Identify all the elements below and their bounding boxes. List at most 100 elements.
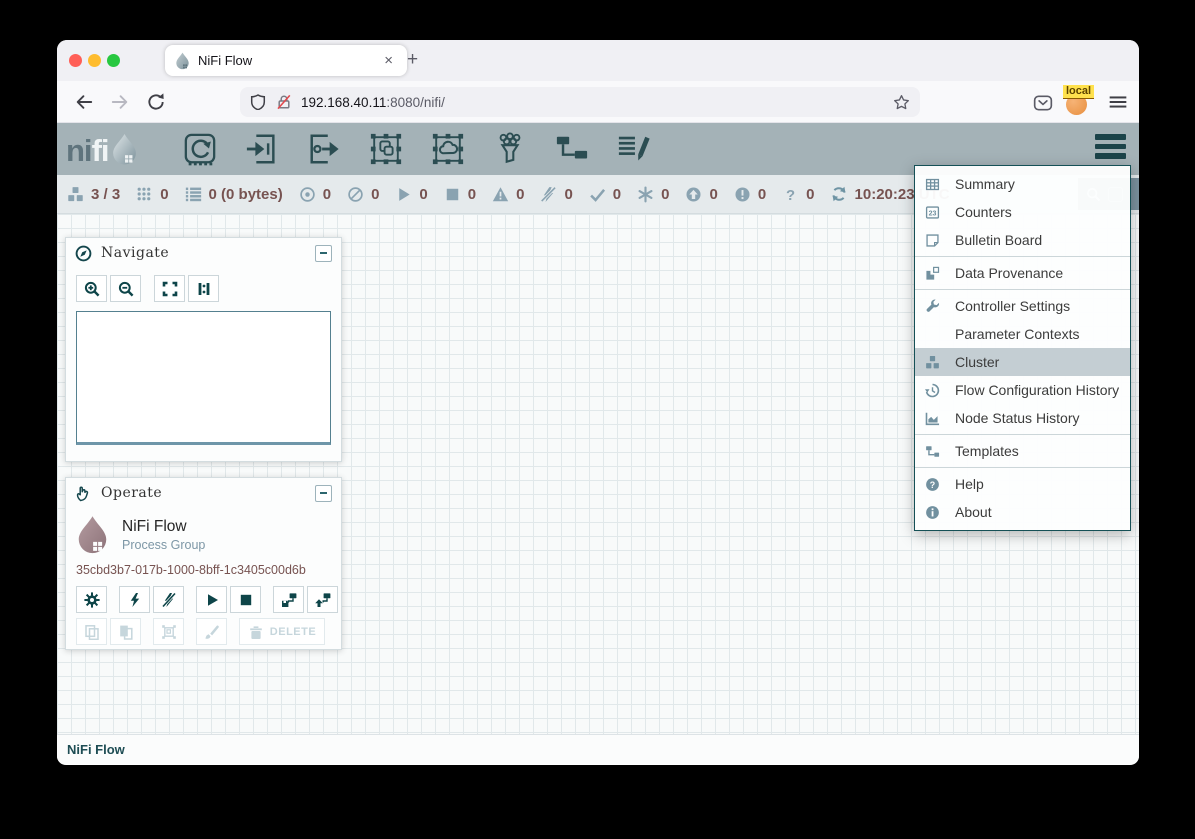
component-toolbar: [182, 131, 652, 167]
pocket-icon[interactable]: [1033, 93, 1053, 113]
url-bar[interactable]: 192.168.40.11:8080/nifi/: [240, 87, 920, 117]
back-icon[interactable]: [74, 92, 94, 112]
operate-primary-buttons: [76, 586, 341, 613]
stop-icon: [238, 592, 254, 608]
menu-item-bulletin-board[interactable]: Bulletin Board: [915, 226, 1130, 254]
operate-panel-header: Operate: [66, 478, 341, 508]
operate-panel: Operate NiFi Flow Process Group 35cbd3b7…: [65, 477, 342, 650]
traffic-lights: [69, 54, 120, 67]
label-icon[interactable]: [616, 131, 652, 167]
minimize-window-button[interactable]: [88, 54, 101, 67]
disable-button[interactable]: [153, 586, 184, 613]
configure-button[interactable]: [76, 586, 107, 613]
menu-item-templates[interactable]: Templates: [915, 437, 1130, 465]
zoom-out-button[interactable]: [110, 275, 141, 302]
menu-item-label: Help: [955, 476, 984, 492]
copy-button: [76, 618, 107, 645]
menu-item-label: Parameter Contexts: [955, 326, 1080, 342]
menu-item-label: Cluster: [955, 354, 999, 370]
tab-close-icon[interactable]: ×: [380, 51, 397, 70]
browser-tab-bar: NiFi Flow × +: [57, 40, 1139, 81]
menu-item-label: Summary: [955, 176, 1015, 192]
configure-icon: [84, 592, 100, 608]
compass-icon: [75, 245, 92, 262]
zoom-actual-size-button[interactable]: [188, 275, 219, 302]
disable-icon: [161, 592, 177, 608]
collapse-operate-button[interactable]: [315, 485, 332, 502]
breadcrumb-item[interactable]: NiFi Flow: [67, 742, 125, 757]
menu-item-about[interactable]: About: [915, 498, 1130, 526]
collapse-navigate-button[interactable]: [315, 245, 332, 262]
stopped-components-count: 0: [468, 186, 476, 203]
refresh-icon[interactable]: [831, 186, 847, 202]
input-port-icon[interactable]: [244, 131, 280, 167]
navigate-panel-title: Navigate: [101, 245, 169, 261]
svg-text:?: ?: [930, 479, 935, 489]
transmitting-icon: [299, 186, 316, 203]
active-threads: 0: [136, 186, 168, 203]
zoom-in-button[interactable]: [76, 275, 107, 302]
stopped-components: 0: [444, 186, 476, 203]
save-template-button[interactable]: [273, 586, 304, 613]
menu-item-label: Controller Settings: [955, 298, 1070, 314]
shield-icon[interactable]: [250, 94, 266, 110]
output-port-icon[interactable]: [306, 131, 342, 167]
stop-button[interactable]: [230, 586, 261, 613]
reload-icon[interactable]: [146, 92, 166, 112]
threads-icon: [136, 186, 153, 203]
insecure-lock-icon[interactable]: [276, 94, 292, 110]
connected-nodes: 3 / 3: [67, 186, 120, 203]
url-text[interactable]: 192.168.40.11:8080/nifi/: [301, 95, 893, 110]
disabled-components: 0: [540, 186, 572, 203]
not-transmitting-remote-groups: 0: [347, 186, 379, 203]
start-button[interactable]: [196, 586, 227, 613]
logo-text-fi: fi: [92, 133, 109, 168]
logo-text-ni: ni: [66, 133, 92, 168]
stale-icon: [685, 186, 702, 203]
process-group-icon[interactable]: [368, 131, 404, 167]
forward-icon: [110, 92, 130, 112]
enable-button[interactable]: [119, 586, 150, 613]
new-tab-button[interactable]: +: [399, 48, 426, 72]
global-menu-button[interactable]: [1095, 134, 1126, 159]
flow-configuration-history-icon: [925, 383, 941, 398]
browser-tab[interactable]: NiFi Flow ×: [165, 45, 407, 76]
menu-item-data-provenance[interactable]: Data Provenance: [915, 259, 1130, 287]
up-to-date-versioned-count: 0: [613, 186, 621, 203]
active-threads-count: 0: [160, 186, 168, 203]
menu-item-node-status-history[interactable]: Node Status History: [915, 404, 1130, 432]
menu-item-parameter-contexts[interactable]: Parameter Contexts: [915, 320, 1130, 348]
running-components: 0: [395, 186, 427, 203]
not-transmitting-remote-groups-count: 0: [371, 186, 379, 203]
upload-template-button[interactable]: [307, 586, 338, 613]
bookmark-star-icon[interactable]: [893, 94, 910, 111]
close-window-button[interactable]: [69, 54, 82, 67]
menu-item-flow-configuration-history[interactable]: Flow Configuration History: [915, 376, 1130, 404]
browser-menu-icon[interactable]: [1108, 92, 1128, 112]
template-icon[interactable]: [554, 131, 590, 167]
menu-item-summary[interactable]: Summary: [915, 170, 1130, 198]
remote-process-group-icon[interactable]: [430, 131, 466, 167]
help-icon: ?: [925, 477, 941, 492]
navigate-toolbar: [76, 275, 341, 302]
upload-template-icon: [315, 592, 331, 608]
nifi-logo: nifi: [66, 133, 138, 166]
funnel-icon[interactable]: [492, 131, 528, 167]
birdseye-minimap[interactable]: [76, 311, 331, 445]
selection-type: Process Group: [122, 538, 205, 552]
sync-failure-versioned: ?0: [782, 186, 814, 203]
url-host: 192.168.40.11: [301, 95, 386, 110]
menu-item-cluster[interactable]: Cluster: [915, 348, 1130, 376]
paste-button: [110, 618, 141, 645]
maximize-window-button[interactable]: [107, 54, 120, 67]
global-menu: Summary 23Counters Bulletin Board Data Prov…: [914, 165, 1131, 531]
menu-item-label: Bulletin Board: [955, 232, 1042, 248]
menu-item-help[interactable]: ? Help: [915, 470, 1130, 498]
zoom-fit-button[interactable]: [154, 275, 185, 302]
menu-item-controller-settings[interactable]: Controller Settings: [915, 292, 1130, 320]
operate-secondary-buttons: DELETE: [76, 618, 341, 645]
menu-item-counters[interactable]: 23Counters: [915, 198, 1130, 226]
bulletin-board-icon: [925, 233, 941, 248]
processor-icon[interactable]: [182, 131, 218, 167]
operate-panel-title: Operate: [101, 485, 162, 501]
